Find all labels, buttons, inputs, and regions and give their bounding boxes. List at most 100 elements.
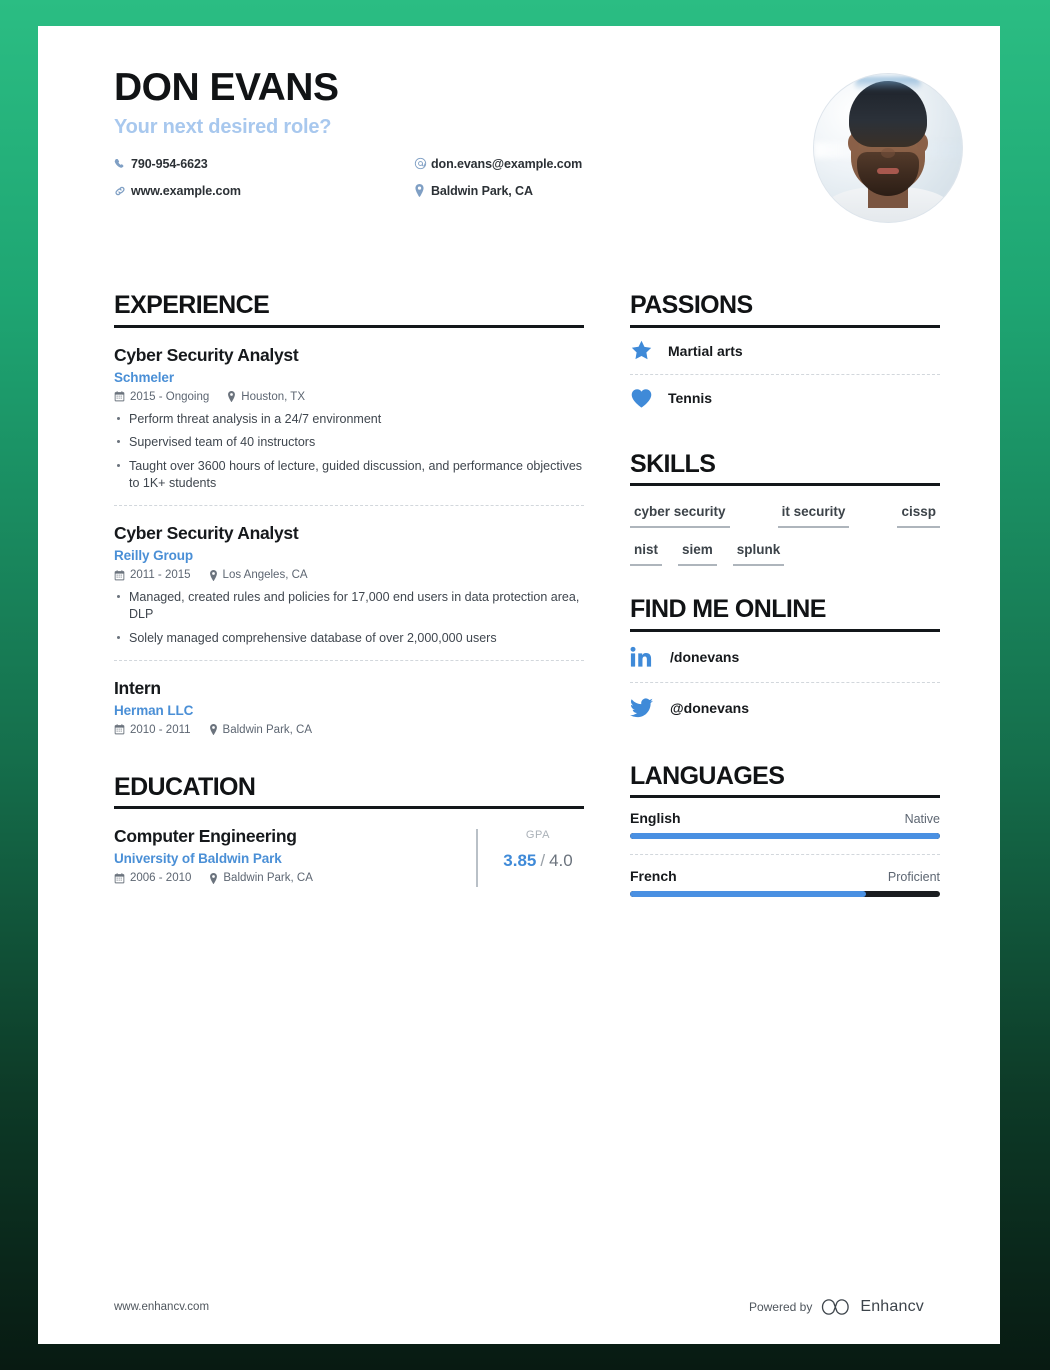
online-item-linkedin[interactable]: /donevans [630,632,940,682]
passion-item: Tennis [630,375,940,421]
experience-bullets: Perform threat analysis in a 24/7 enviro… [114,411,584,493]
experience-meta: 2010 - 2011 Baldwin Park, CA [114,724,584,736]
experience-company[interactable]: Herman LLC [114,703,584,718]
language-progress-fill [630,833,940,839]
list-item: Solely managed comprehensive database of… [114,630,584,647]
education-meta: 2006 - 2010 Baldwin Park, CA [114,872,468,884]
experience-entry: Cyber Security Analyst Schmeler 2015 - O… [114,328,584,493]
experience-role: Cyber Security Analyst [114,523,299,543]
section-title-education: EDUCATION [114,772,256,801]
twitter-icon [630,697,670,718]
map-pin-icon [209,724,218,736]
heart-icon [630,387,668,409]
gpa-max: 4.0 [549,851,573,871]
language-name: French [630,868,677,884]
passion-label: Tennis [668,389,713,406]
education-location-text: Baldwin Park, CA [223,872,313,885]
footer: www.enhancv.com Powered by Enhancv [114,1298,924,1316]
calendar-icon [114,872,125,884]
experience-company[interactable]: Reilly Group [114,548,584,563]
section-experience: EXPERIENCE Cyber Security Analyst Schmel… [114,291,584,736]
star-icon [630,339,668,362]
education-dates: 2006 - 2010 [114,872,191,884]
brand-name: Enhancv [860,1298,924,1315]
skill-tag[interactable]: nist [630,542,663,566]
at-icon [414,157,431,170]
online-item-twitter[interactable]: @donevans [630,683,940,733]
section-skills: SKILLS cyber security it security cissp … [630,450,940,566]
experience-role: Cyber Security Analyst [114,344,299,365]
online-handle: /donevans [670,648,740,665]
list-item: Supervised team of 40 instructors [114,434,584,451]
experience-dates-text: 2010 - 2011 [130,723,191,736]
gpa-block: GPA 3.85/4.0 [476,829,584,888]
experience-location: Los Angeles, CA [209,569,308,581]
calendar-icon [114,724,125,735]
contact-email[interactable]: don.evans@example.com [414,152,582,176]
contact-location-text: Baldwin Park, CA [431,183,533,198]
section-passions: PASSIONS Martial arts Tennis [630,291,940,421]
education-degree: Computer Engineering [114,826,297,847]
resume-page: DON EVANS Your next desired role? 790-95… [38,26,1000,1344]
language-name: English [630,810,681,826]
section-languages: LANGUAGES English Native French Proficie… [630,761,940,897]
language-level: Proficient [887,870,940,884]
contact-location[interactable]: Baldwin Park, CA [414,179,582,203]
resume-header: DON EVANS Your next desired role? 790-95… [114,67,962,258]
experience-meta: 2015 - Ongoing Houston, TX [114,391,584,403]
contact-column-right: don.evans@example.com Baldwin Park, CA [414,152,582,206]
map-pin-icon [209,872,218,884]
gpa-slash: / [540,851,546,871]
language-progress-bar [630,833,940,839]
calendar-icon [114,391,125,402]
experience-location: Baldwin Park, CA [209,724,312,736]
skill-tag[interactable]: siem [678,542,717,566]
passion-label: Martial arts [668,342,743,359]
experience-entry: Intern Herman LLC 2010 - 2011 Baldwin Pa… [114,661,584,736]
section-education: EDUCATION Computer Engineering Universit… [114,772,584,888]
map-pin-icon [227,391,236,402]
link-icon [114,185,131,197]
avatar [814,74,962,222]
education-school[interactable]: University of Baldwin Park [114,851,468,866]
contact-column-left: 790-954-6623 www.example.com [114,152,241,206]
experience-dates: 2015 - Ongoing [114,391,209,403]
experience-dates-text: 2015 - Ongoing [130,390,210,403]
experience-location-text: Houston, TX [241,390,306,403]
skill-tag[interactable]: cyber security [630,504,730,528]
linkedin-icon [630,646,670,668]
main-column: EXPERIENCE Cyber Security Analyst Schmel… [114,291,584,888]
contact-phone-text: 790-954-6623 [131,156,208,171]
experience-dates: 2010 - 2011 [114,724,191,736]
list-item: Managed, created rules and policies for … [114,589,584,623]
footer-url[interactable]: www.enhancv.com [114,1301,209,1313]
map-pin-icon [209,569,218,581]
contact-website[interactable]: www.example.com [114,179,241,203]
list-item: Perform threat analysis in a 24/7 enviro… [114,411,584,428]
list-item: Taught over 3600 hours of lecture, guide… [114,458,584,492]
language-item: English Native [630,798,940,839]
experience-dates: 2011 - 2015 [114,569,191,581]
enhancv-logo-icon [821,1298,851,1316]
experience-bullets: Managed, created rules and policies for … [114,589,584,647]
gpa-label: GPA [525,829,551,842]
contact-phone[interactable]: 790-954-6623 [114,152,241,176]
gpa-values: 3.85/4.0 [492,851,584,871]
education-entry: Computer Engineering University of Baldw… [114,809,584,888]
section-title-languages: LANGUAGES [630,761,785,790]
skill-tag[interactable]: it security [777,504,850,528]
contact-email-text: don.evans@example.com [431,156,583,171]
language-progress-bar [630,891,940,897]
map-pin-icon [414,184,431,198]
skill-tag[interactable]: splunk [732,542,785,566]
experience-company[interactable]: Schmeler [114,370,584,385]
skill-tag[interactable]: cissp [897,504,940,528]
online-handle: @donevans [670,699,750,716]
passion-item: Martial arts [630,328,940,374]
calendar-icon [114,569,125,581]
gpa-score: 3.85 [503,851,537,871]
section-title-passions: PASSIONS [630,291,753,319]
language-progress-fill [630,891,866,897]
powered-by-label: Powered by [748,1300,813,1314]
language-divider [630,854,940,855]
